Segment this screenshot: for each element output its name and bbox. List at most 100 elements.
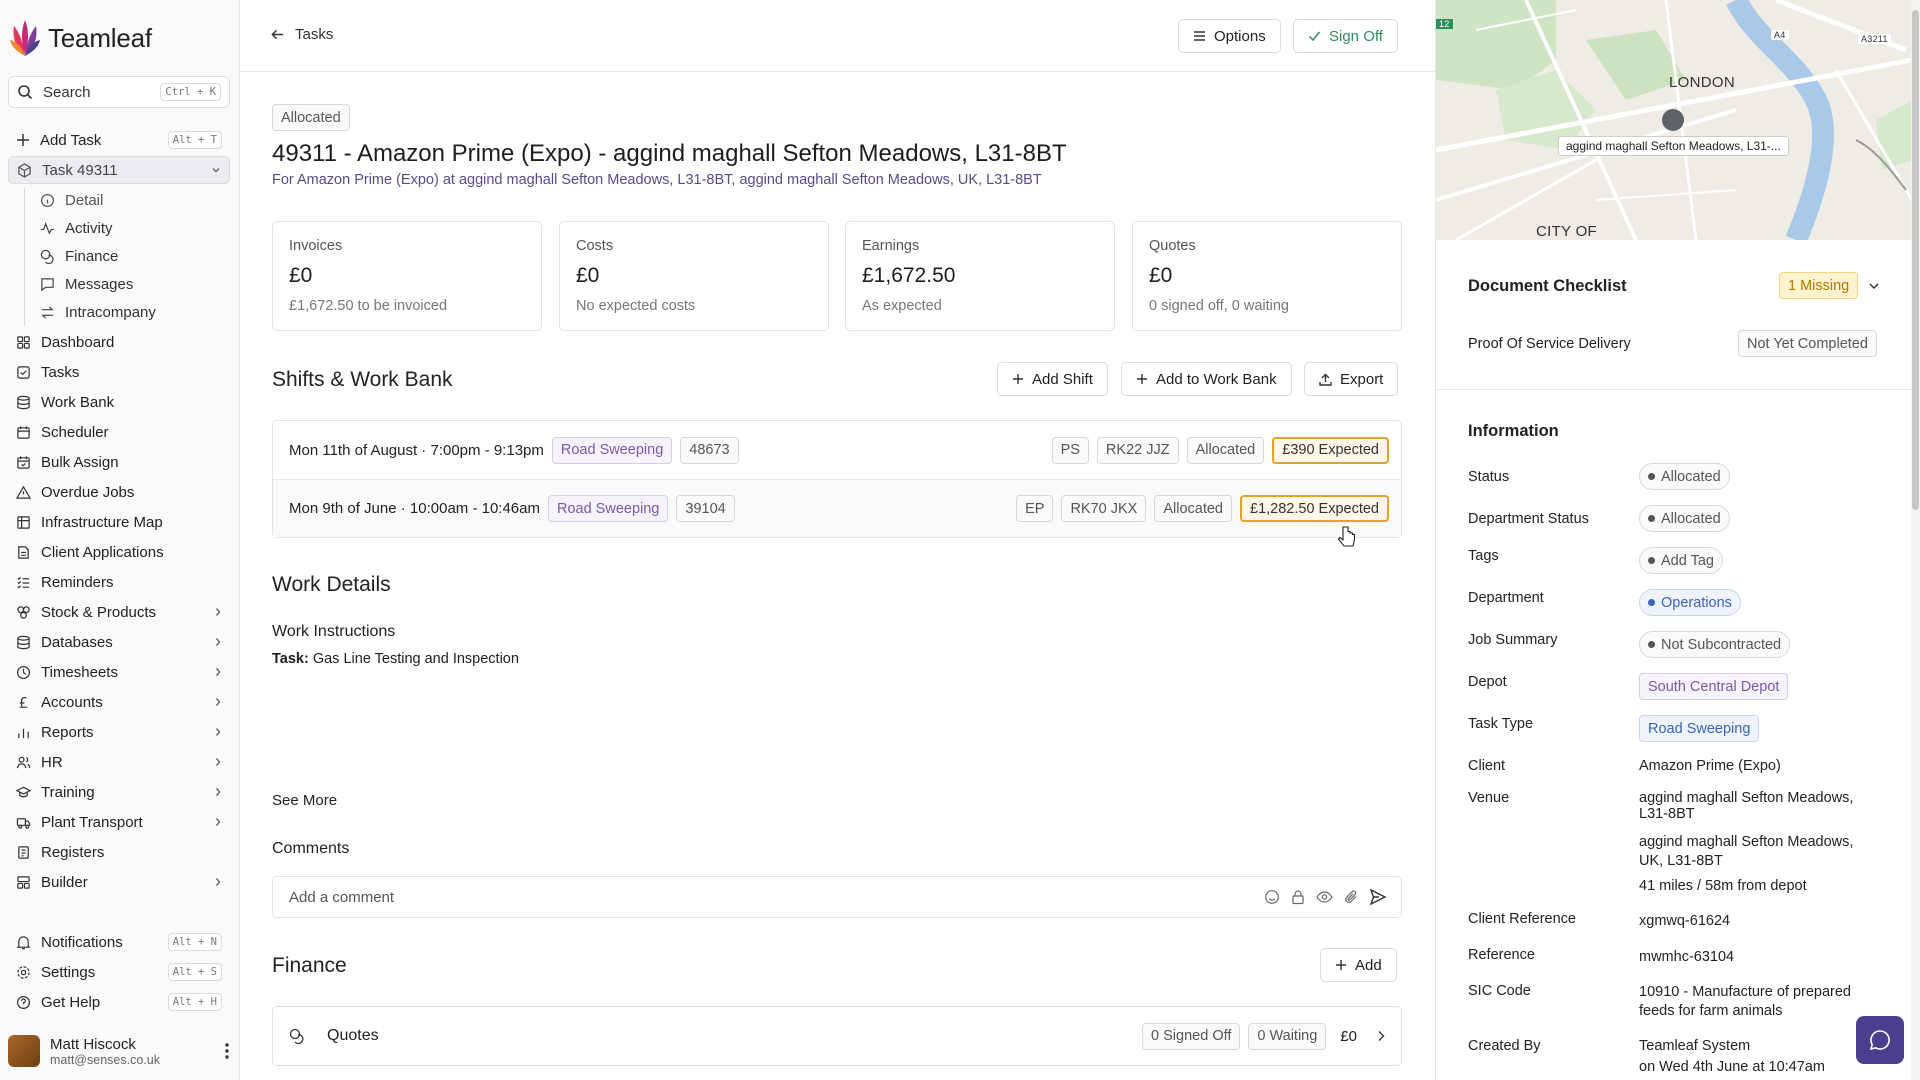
shift-row[interactable]: Mon 11th of August · 7:00pm - 9:13pm Roa…: [273, 421, 1401, 479]
location-map[interactable]: LONDON CITY OF A4 A3211 12 aggind maghal…: [1436, 0, 1912, 240]
sidebar-item-settings[interactable]: Settings Alt + S: [8, 958, 230, 986]
sidebar-item-work-bank[interactable]: Work Bank: [8, 388, 230, 416]
back-to-tasks-link[interactable]: Tasks: [270, 26, 333, 43]
sidebar-subitem-messages[interactable]: Messages: [38, 271, 228, 297]
upload-icon: [1319, 373, 1332, 386]
sidebar-item-label: Stock & Products: [41, 603, 157, 621]
map-label-city: CITY OF: [1536, 223, 1597, 240]
lock-icon[interactable]: [1290, 889, 1306, 905]
user-menu[interactable]: Matt Hiscock matt@senses.co.uk: [8, 1032, 230, 1070]
sidebar-item-notifications[interactable]: Notifications Alt + N: [8, 928, 230, 956]
chevron-right-icon: [214, 727, 222, 737]
leaf-logo-icon: [10, 18, 40, 58]
sign-off-button[interactable]: Sign Off: [1293, 19, 1398, 53]
sidebar-item-reports[interactable]: Reports: [8, 718, 230, 746]
sidebar-item-label: Timesheets: [41, 663, 118, 681]
sidebar-subitem-finance[interactable]: Finance: [38, 243, 228, 269]
task-type-value[interactable]: Road Sweeping: [1639, 715, 1760, 742]
sidebar-subitem-intracompany[interactable]: Intracompany: [38, 299, 228, 325]
sidebar-item-overdue-jobs[interactable]: Overdue Jobs: [8, 478, 230, 506]
sidebar-item-builder[interactable]: Builder: [8, 868, 230, 896]
chat-support-button[interactable]: [1856, 1016, 1904, 1064]
sidebar-item-label: Overdue Jobs: [41, 483, 135, 501]
search-button[interactable]: Search Ctrl + K: [8, 76, 230, 108]
add-finance-button[interactable]: Add: [1320, 948, 1397, 982]
costs-card[interactable]: Costs £0 No expected costs: [559, 221, 829, 331]
emoji-icon[interactable]: [1264, 889, 1280, 905]
department-value[interactable]: Operations: [1639, 589, 1741, 616]
sidebar-item-add-task[interactable]: Add Task Alt + T: [8, 126, 230, 154]
sidebar-item-timesheets[interactable]: Timesheets: [8, 658, 230, 686]
sidebar-item-dashboard[interactable]: Dashboard: [8, 328, 230, 356]
shortcut-badge: Alt + S: [167, 963, 222, 981]
department-status-value[interactable]: Allocated: [1639, 505, 1730, 532]
sidebar-item-label: Tasks: [41, 363, 80, 381]
chevron-down-icon[interactable]: [1868, 281, 1880, 291]
sidebar-item-help[interactable]: Get Help Alt + H: [8, 988, 230, 1016]
card-value: £0: [289, 264, 313, 287]
client-reference-label: Client Reference: [1468, 911, 1576, 927]
panel-scrollbar[interactable]: [1911, 0, 1920, 1080]
more-vertical-icon[interactable]: [224, 1042, 230, 1060]
app-logo[interactable]: Teamleaf: [10, 18, 152, 58]
sidebar-item-tasks[interactable]: Tasks: [8, 358, 230, 386]
export-button[interactable]: Export: [1304, 362, 1399, 396]
sidebar-item-infrastructure-map[interactable]: Infrastructure Map: [8, 508, 230, 536]
earnings-card[interactable]: Earnings £1,672.50 As expected: [845, 221, 1115, 331]
see-more-link[interactable]: See More: [272, 792, 337, 809]
sidebar-item-hr[interactable]: HR: [8, 748, 230, 776]
shift-row[interactable]: Mon 9th of June · 10:00am - 10:46am Road…: [273, 479, 1401, 537]
sidebar-item-plant-transport[interactable]: Plant Transport: [8, 808, 230, 836]
shortcut-badge: Alt + H: [167, 993, 222, 1011]
map-label-london: LONDON: [1669, 74, 1735, 91]
graduation-cap-icon: [16, 785, 31, 800]
invoices-card[interactable]: Invoices £0 £1,672.50 to be invoiced: [272, 221, 542, 331]
sidebar-item-label: Databases: [41, 633, 113, 651]
venue-line-1[interactable]: aggind maghall Sefton Meadows, L31-8BT: [1639, 790, 1869, 822]
sidebar-item-reminders[interactable]: Reminders: [8, 568, 230, 596]
tags-label: Tags: [1468, 548, 1499, 564]
options-button[interactable]: Options: [1178, 19, 1281, 53]
sidebar-item-label: Settings: [41, 963, 96, 981]
sidebar-item-scheduler[interactable]: Scheduler: [8, 418, 230, 446]
paperclip-icon[interactable]: [1343, 889, 1359, 905]
client-value[interactable]: Amazon Prime (Expo): [1639, 758, 1781, 774]
sidebar-subitem-activity[interactable]: Activity: [38, 215, 228, 241]
status-dot: [1648, 641, 1655, 648]
checklist-item-status[interactable]: Not Yet Completed: [1738, 330, 1877, 357]
status-value[interactable]: Allocated: [1639, 463, 1730, 490]
sidebar-item-label: Add Task: [40, 131, 102, 149]
layout-icon: [16, 875, 31, 890]
job-summary-value[interactable]: Not Subcontracted: [1639, 631, 1791, 658]
sidebar-subitem-detail[interactable]: Detail: [38, 187, 228, 213]
scroll-thumb[interactable]: [1912, 10, 1919, 510]
sidebar-item-bulk-assign[interactable]: Bulk Assign: [8, 448, 230, 476]
page-subtitle: For Amazon Prime (Expo) at aggind maghal…: [272, 172, 1042, 188]
depot-label: Depot: [1468, 674, 1507, 690]
sidebar-item-stock-products[interactable]: Stock & Products: [8, 598, 230, 626]
sidebar-item-training[interactable]: Training: [8, 778, 230, 806]
sidebar-item-databases[interactable]: Databases: [8, 628, 230, 656]
add-tag-button[interactable]: Add Tag: [1639, 547, 1723, 574]
coins-icon: [289, 1028, 305, 1044]
sidebar-item-client-applications[interactable]: Client Applications: [8, 538, 230, 566]
waiting-badge: 0 Waiting: [1248, 1022, 1327, 1050]
add-to-work-bank-button[interactable]: Add to Work Bank: [1121, 362, 1292, 396]
sidebar-item-registers[interactable]: Registers: [8, 838, 230, 866]
sidebar-item-accounts[interactable]: Accounts: [8, 688, 230, 716]
sidebar-subitem-label: Activity: [65, 219, 113, 237]
shift-time: Mon 9th of June · 10:00am - 10:46am: [289, 500, 540, 517]
comment-input[interactable]: Add a comment: [272, 876, 1402, 918]
send-icon[interactable]: [1369, 888, 1387, 906]
chevron-right-icon: [214, 697, 222, 707]
button-label: Add: [1355, 956, 1382, 974]
quotes-card[interactable]: Quotes £0 0 signed off, 0 waiting: [1132, 221, 1402, 331]
card-note: As expected: [862, 298, 942, 314]
quotes-row[interactable]: Quotes 0 Signed Off 0 Waiting £0: [272, 1006, 1402, 1066]
add-shift-button[interactable]: Add Shift: [997, 362, 1108, 396]
depot-value[interactable]: South Central Depot: [1639, 673, 1789, 700]
task-info-panel: LONDON CITY OF A4 A3211 12 aggind maghal…: [1435, 0, 1920, 1080]
avatar: [8, 1035, 40, 1067]
eye-icon[interactable]: [1316, 889, 1333, 905]
sidebar-item-current-task[interactable]: Task 49311: [8, 156, 230, 184]
